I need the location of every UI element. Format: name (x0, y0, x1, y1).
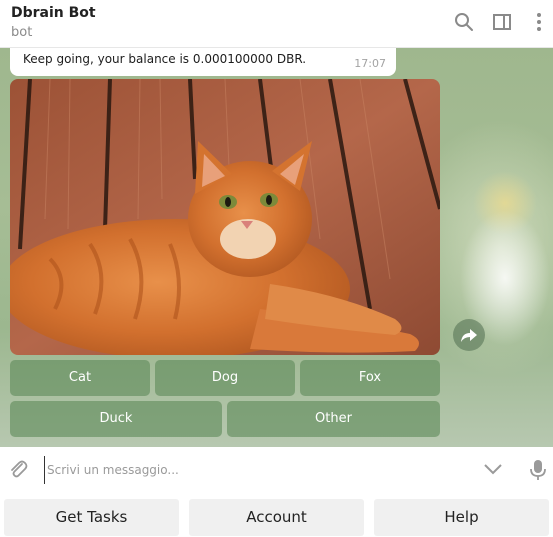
chat-subtitle: bot (11, 25, 33, 40)
search-icon[interactable] (453, 11, 475, 33)
inline-button-other[interactable]: Other (227, 401, 440, 437)
inline-button-cat[interactable]: Cat (10, 360, 150, 396)
chat-header: Dbrain Bot bot (0, 0, 553, 48)
chat-title[interactable]: Dbrain Bot (11, 5, 96, 21)
message-input[interactable] (44, 456, 469, 484)
message-composer (0, 447, 553, 491)
microphone-icon[interactable] (528, 458, 548, 482)
chat-history[interactable]: Keep going, your balance is 0.000100000 … (0, 48, 553, 447)
attach-paperclip-icon[interactable] (7, 458, 29, 480)
chevron-down-icon[interactable] (482, 461, 504, 477)
sidebar-toggle-icon[interactable] (491, 11, 513, 33)
message-text: Keep going, your balance is 0.000100000 … (23, 52, 307, 66)
help-button[interactable]: Help (374, 499, 549, 536)
inline-button-dog[interactable]: Dog (155, 360, 295, 396)
message-bubble: Keep going, your balance is 0.000100000 … (10, 48, 396, 76)
forward-button[interactable] (453, 319, 485, 351)
reply-keyboard: Get Tasks Account Help (0, 491, 553, 537)
inline-button-duck[interactable]: Duck (10, 401, 222, 437)
account-button[interactable]: Account (189, 499, 364, 536)
inline-button-fox[interactable]: Fox (300, 360, 440, 396)
cat-photo[interactable] (10, 79, 440, 355)
cat-photo-illustration (10, 79, 440, 355)
share-arrow-icon (461, 329, 477, 342)
message-time: 17:07 (354, 57, 386, 70)
more-vertical-icon[interactable] (528, 11, 550, 33)
get-tasks-button[interactable]: Get Tasks (4, 499, 179, 536)
